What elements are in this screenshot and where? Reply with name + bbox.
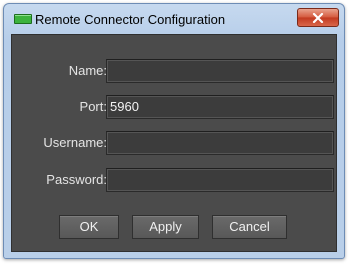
username-row: Username:: [12, 131, 338, 155]
name-label: Name:: [68, 63, 107, 78]
dialog-window: Remote Connector Configuration Name: Por…: [3, 3, 345, 259]
name-field[interactable]: [106, 59, 334, 83]
form-panel: Name: Port: 5960 Username: Password: OK …: [11, 34, 337, 252]
password-field[interactable]: [106, 168, 334, 192]
close-button[interactable]: [297, 8, 339, 27]
password-label: Password:: [46, 172, 107, 187]
port-field[interactable]: 5960: [106, 95, 334, 119]
cancel-button[interactable]: Cancel: [212, 215, 287, 239]
apply-button[interactable]: Apply: [132, 215, 199, 239]
username-label: Username:: [43, 135, 107, 150]
port-row: Port: 5960: [12, 95, 338, 119]
username-field[interactable]: [106, 131, 334, 155]
password-row: Password:: [12, 168, 338, 192]
name-row: Name:: [12, 59, 338, 83]
port-label: Port:: [79, 99, 107, 114]
connector-icon: [14, 14, 32, 24]
close-icon: [312, 12, 324, 23]
window-title: Remote Connector Configuration: [35, 12, 226, 27]
ok-button[interactable]: OK: [59, 215, 119, 239]
title-bar[interactable]: Remote Connector Configuration: [4, 4, 344, 34]
